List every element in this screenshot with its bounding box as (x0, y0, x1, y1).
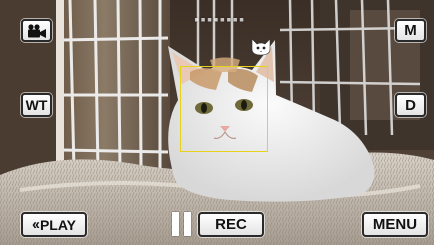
play-mode-button[interactable]: ‹‹ PLAY (21, 212, 87, 237)
video-camera-icon (27, 23, 46, 38)
cat-face-icon (251, 38, 271, 56)
recording-info-text: ▪▪▪▪▪▪▪▪ (194, 15, 246, 25)
double-chevron-left-icon: ‹‹ (31, 216, 40, 233)
menu-button[interactable]: MENU (362, 212, 428, 237)
display-button[interactable]: D (395, 93, 426, 117)
camera-viewfinder: ▪▪▪▪▪▪▪▪ WT M D ‹‹ PLAY REC MENU (0, 0, 434, 245)
face-detection-frame (180, 66, 268, 152)
manual-mode-button[interactable]: M (395, 19, 426, 42)
zoom-wt-button[interactable]: WT (21, 93, 52, 117)
play-button-label: PLAY (39, 216, 77, 233)
video-mode-button[interactable] (21, 19, 52, 42)
pause-icon[interactable] (172, 212, 192, 236)
record-button[interactable]: REC (198, 212, 264, 237)
